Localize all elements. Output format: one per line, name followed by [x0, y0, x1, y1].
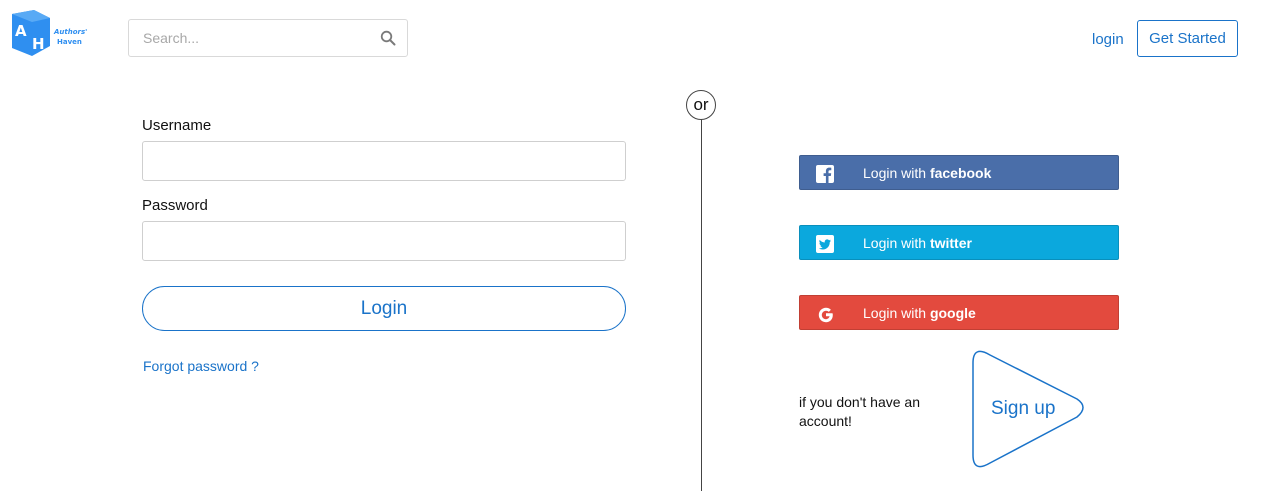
search-input[interactable] [129, 20, 369, 56]
logo-text-line2: Haven [57, 38, 82, 46]
nav-login-link[interactable]: login [1092, 31, 1124, 48]
brand-logo[interactable]: A H Authors' Haven [10, 10, 92, 56]
or-label: or [693, 95, 709, 114]
facebook-icon [816, 165, 834, 183]
facebook-button-prefix: Login with [863, 165, 930, 181]
google-button-prefix: Login with [863, 305, 930, 321]
login-twitter-button[interactable]: Login with twitter [799, 225, 1119, 260]
divider-line [701, 119, 702, 491]
facebook-button-brand: facebook [929, 165, 992, 181]
or-divider: or [686, 90, 716, 120]
password-field[interactable] [142, 221, 626, 261]
google-button-text: Login with google [863, 305, 976, 321]
google-button-brand: google [929, 305, 976, 321]
twitter-button-prefix: Login with [863, 235, 930, 251]
forgot-password-link[interactable]: Forgot password ? [143, 358, 259, 374]
login-button[interactable]: Login [142, 286, 626, 331]
get-started-button[interactable]: Get Started [1137, 20, 1238, 57]
search-icon[interactable] [380, 30, 396, 46]
login-facebook-button[interactable]: Login with facebook [799, 155, 1119, 190]
logo-text-line1: Authors' [53, 28, 87, 36]
twitter-icon [816, 235, 834, 253]
google-icon [816, 305, 834, 323]
twitter-button-brand: twitter [929, 235, 972, 251]
facebook-button-text: Login with facebook [863, 165, 991, 181]
password-label: Password [142, 197, 208, 214]
username-label: Username [142, 117, 212, 134]
signup-button[interactable]: Sign up [971, 349, 1087, 469]
logo-letter-h: H [32, 35, 45, 53]
login-google-button[interactable]: Login with google [799, 295, 1119, 330]
signup-button-label: Sign up [991, 398, 1056, 419]
twitter-button-text: Login with twitter [863, 235, 972, 251]
search-box [128, 19, 408, 57]
logo-letter-a: A [15, 22, 27, 40]
signup-note: if you don't have an account! [799, 394, 920, 429]
username-field[interactable] [142, 141, 626, 181]
